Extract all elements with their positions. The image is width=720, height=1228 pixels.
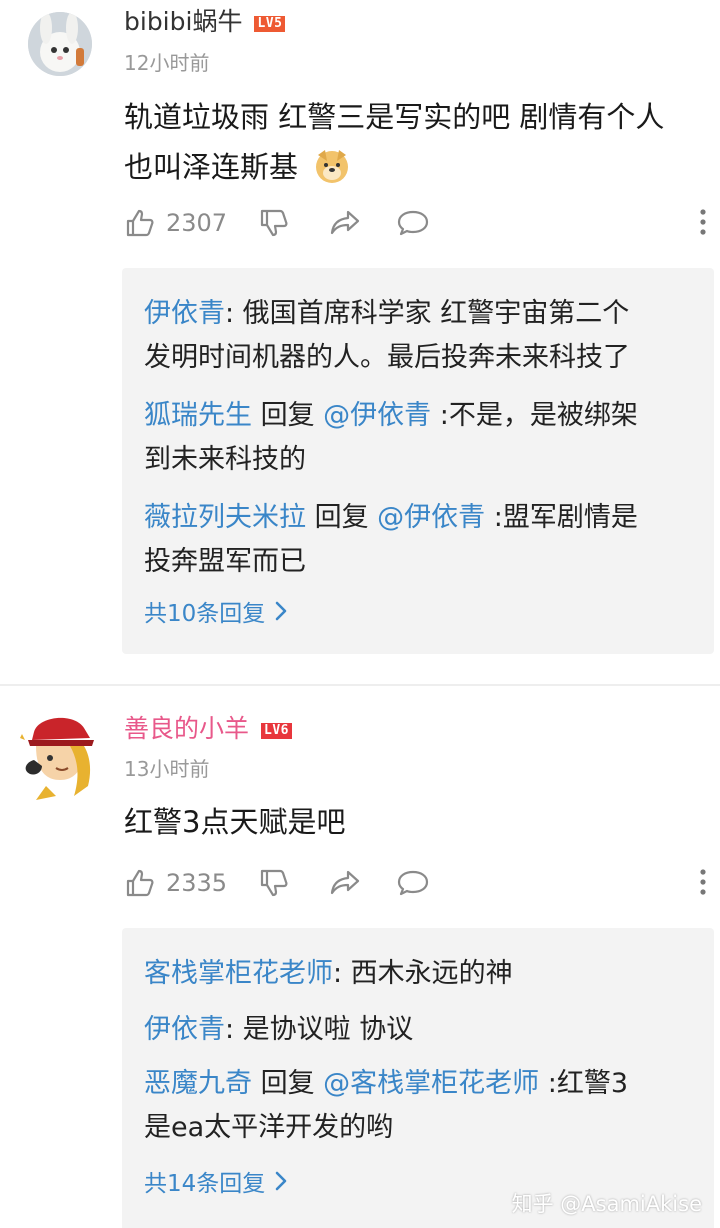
like-button[interactable]: 2307 [124,203,227,243]
reply-text: : 俄国首席科学家 红警宇宙第二个 [225,298,630,329]
avatar[interactable] [28,12,92,76]
reply-button[interactable] [396,203,430,243]
comment-time: 12小时前 [124,51,210,75]
share-button[interactable] [328,863,362,903]
comment-divider [0,684,720,686]
more-vertical-icon [700,869,706,895]
reply-line: 恶魔九奇 回复 @客栈掌柜花老师 :红警3 [144,1062,694,1106]
chevron-right-icon [275,601,287,621]
reply-author[interactable]: 伊依青 [144,1014,225,1045]
doge-emoji-icon [313,147,351,200]
reply-target[interactable]: @客栈掌柜花老师 [323,1068,539,1099]
like-count: 2335 [166,869,228,897]
reply-item: 薇拉列夫米拉 回复 @伊依青 :盟军剧情是 投奔盟军而已 [144,496,694,584]
reply-line: 狐瑞先生 回复 @伊依青 :不是，是被绑架 [144,394,694,438]
reply-text: : 西木永远的神 [333,958,513,989]
reply-word: 回复 [252,1068,324,1099]
reply-author[interactable]: 恶魔九奇 [144,1068,252,1099]
reply-button[interactable] [396,863,430,903]
bunny-avatar-icon [28,12,92,76]
share-icon [330,210,360,235]
username[interactable]: bibibi蜗牛 LV5 [124,6,286,38]
comment-text: 红警3点天赋是吧 [124,797,704,847]
username[interactable]: 善良的小羊 LV6 [124,713,292,745]
level-badge: LV5 [254,16,286,32]
reply-item: 伊依青: 是协议啦 协议 [144,1008,694,1052]
reply-author[interactable]: 薇拉列夫米拉 [144,502,306,533]
more-vertical-icon [700,209,706,235]
avatar[interactable] [16,706,100,806]
dislike-button[interactable] [258,203,290,243]
like-button[interactable]: 2335 [124,863,227,903]
comment-time: 13小时前 [124,757,210,781]
reply-line: 客栈掌柜花老师: 西木永远的神 [144,952,694,996]
reply-text: :红警3 [539,1068,629,1099]
comment-bubble-icon [397,210,429,236]
view-all-replies-link[interactable]: 共14条回复 [144,1164,287,1198]
view-all-replies-link[interactable]: 共10条回复 [144,594,287,628]
view-all-replies-text: 共14条回复 [144,1171,266,1197]
reply-preview-box: 伊依青: 俄国首席科学家 红警宇宙第二个 发明时间机器的人。最后投奔未来科技了 … [122,268,714,654]
reply-text: 发明时间机器的人。最后投奔未来科技了 [144,342,630,373]
comment-actions: 2335 [124,863,706,903]
more-options-button[interactable] [698,867,708,901]
reply-word: 回复 [306,502,378,533]
reply-item: 狐瑞先生 回复 @伊依青 :不是，是被绑架 到未来科技的 [144,394,694,482]
comment-text-line: 红警3点天赋是吧 [124,805,346,839]
reply-item: 伊依青: 俄国首席科学家 红警宇宙第二个 发明时间机器的人。最后投奔未来科技了 [144,292,694,380]
thumbs-down-icon [260,869,288,897]
thumbs-up-icon [126,209,154,237]
reply-text: :不是，是被绑架 [431,400,638,431]
reply-text: : 是协议啦 协议 [225,1014,414,1045]
comment-text-line: 也叫泽连斯基 [124,150,299,184]
comment-bubble-icon [397,870,429,896]
reply-preview-box: 客栈掌柜花老师: 西木永远的神 伊依青: 是协议啦 协议 恶魔九奇 回复 @客栈… [122,928,714,1228]
comment-text-line-2: 也叫泽连斯基 [124,142,704,200]
level-badge: LV6 [261,723,292,739]
reply-author[interactable]: 狐瑞先生 [144,400,252,431]
username-text[interactable]: 善良的小羊 [124,714,249,743]
thumbs-down-icon [260,209,288,237]
comment-text-line: 轨道垃圾雨 红警三是写实的吧 剧情有个人 [124,100,665,134]
reply-target[interactable]: @伊依青 [377,502,485,533]
reply-author[interactable]: 客栈掌柜花老师 [144,958,333,989]
reply-word: 回复 [252,400,324,431]
watermark: 知乎 @AsamiAkise [511,1192,702,1216]
reply-text: 投奔盟军而已 [144,546,306,577]
reply-item: 恶魔九奇 回复 @客栈掌柜花老师 :红警3 是ea太平洋开发的哟 [144,1062,694,1150]
more-options-button[interactable] [698,207,708,241]
cartoon-boy-avatar-icon [20,717,94,800]
reply-line: 伊依青: 俄国首席科学家 红警宇宙第二个 [144,292,694,336]
reply-line: 伊依青: 是协议啦 协议 [144,1008,694,1052]
comment-actions: 2307 [124,203,706,243]
reply-text: 到未来科技的 [144,444,306,475]
reply-text: 是ea太平洋开发的哟 [144,1112,394,1143]
like-count: 2307 [166,209,228,237]
share-button[interactable] [328,203,362,243]
dislike-button[interactable] [258,863,290,903]
view-all-replies-text: 共10条回复 [144,601,266,627]
thumbs-up-icon [126,869,154,897]
chevron-right-icon [275,1171,287,1191]
reply-author[interactable]: 伊依青 [144,298,225,329]
share-icon [330,870,360,895]
comment-text: 轨道垃圾雨 红警三是写实的吧 剧情有个人 也叫泽连斯基 [124,92,704,200]
reply-item: 客栈掌柜花老师: 西木永远的神 [144,952,694,996]
reply-text: :盟军剧情是 [485,502,638,533]
reply-line: 薇拉列夫米拉 回复 @伊依青 :盟军剧情是 [144,496,694,540]
username-text[interactable]: bibibi蜗牛 [124,7,242,36]
reply-target[interactable]: @伊依青 [323,400,431,431]
